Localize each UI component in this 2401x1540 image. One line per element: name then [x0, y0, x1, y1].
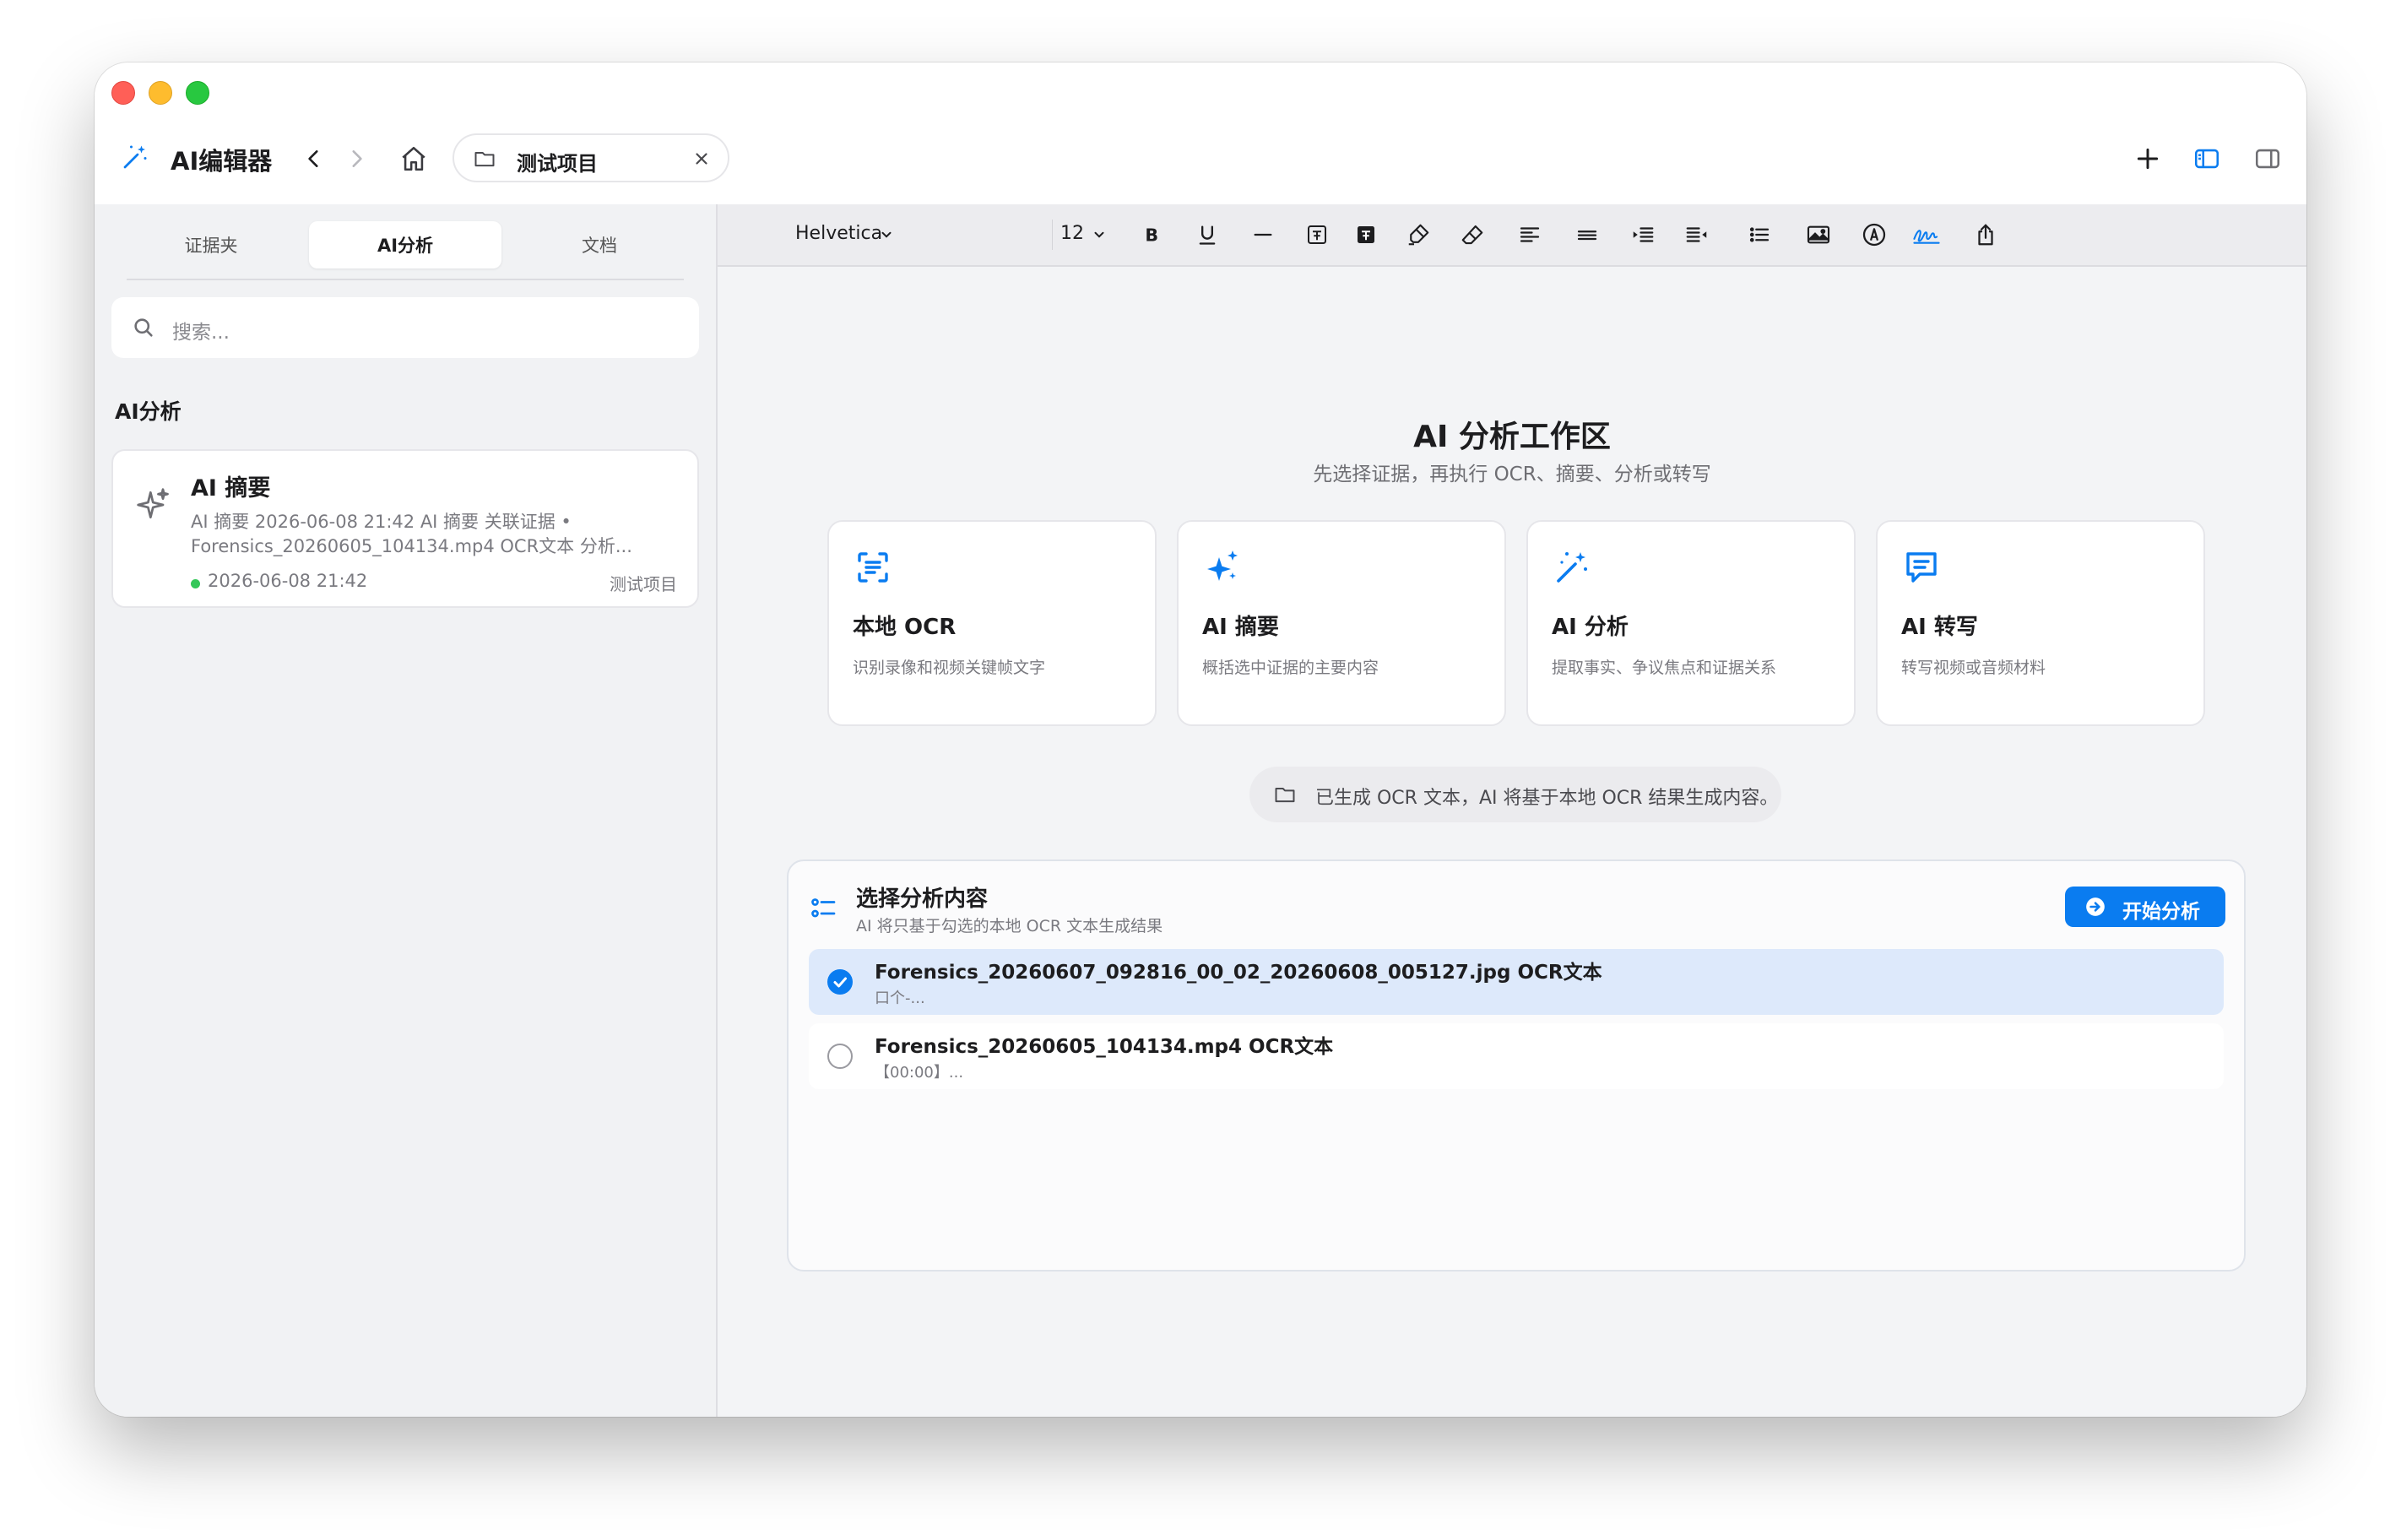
sidebar: 证据夹 AI分析 文档 搜索... AI分析 AI 摘要 AI 摘要 2026-… — [95, 204, 718, 1417]
app-window: AI编辑器 测试项目 证据夹 AI分析 文档 搜索... AI分析 AI 摘要 … — [95, 62, 2306, 1417]
bold-icon[interactable]: B — [1135, 218, 1168, 252]
sparkle-icon — [133, 485, 174, 525]
feature-desc: 概括选中证据的主要内容 — [1202, 659, 1379, 677]
close-tab-icon[interactable] — [689, 146, 714, 171]
table-row[interactable]: Forensics_20260607_092816_00_02_20260608… — [809, 949, 2224, 1015]
indent-increase-icon[interactable] — [1626, 218, 1660, 252]
feature-card-local-ocr[interactable]: 本地 OCR 识别录像和视频关键帧文字 — [827, 520, 1157, 726]
list-item-time: 2026-06-08 21:42 — [208, 571, 368, 591]
list-item-desc-line2: Forensics_20260605_104134.mp4 OCR文本 分析..… — [191, 536, 632, 556]
list-item-desc-line1: AI 摘要 2026-06-08 21:42 AI 摘要 关联证据 • — [191, 512, 572, 532]
notice-text: 已生成 OCR 文本，AI 将基于本地 OCR 结果生成内容。 — [1315, 788, 1779, 809]
arrow-right-circle-icon — [2084, 895, 2107, 919]
magic-wand-icon — [1552, 547, 1592, 588]
project-tab-label: 测试项目 — [517, 152, 598, 176]
unchecked-radio[interactable] — [827, 1044, 853, 1069]
row-title: Forensics_20260607_092816_00_02_20260608… — [875, 962, 1602, 984]
app-magic-wand-icon — [118, 140, 152, 174]
segment-evidence[interactable]: 证据夹 — [115, 221, 307, 268]
font-family-select[interactable]: Helvetica — [795, 223, 882, 244]
align-left-icon[interactable] — [1513, 218, 1547, 252]
feature-title: AI 转写 — [1901, 615, 1978, 640]
share-icon[interactable] — [1969, 218, 2003, 252]
font-chevron-down-icon[interactable] — [876, 218, 897, 252]
left-sidebar-toggle-icon[interactable] — [2188, 140, 2225, 177]
search-input[interactable]: 搜索... — [111, 297, 699, 358]
panel-title: 选择分析内容 — [856, 887, 989, 912]
app-title: AI编辑器 — [171, 147, 273, 176]
status-dot — [191, 579, 200, 588]
row-preview: 【00:00】... — [875, 1064, 964, 1082]
format-toolbar: Helvetica 12 B — [718, 204, 2306, 267]
strikethrough-icon[interactable] — [1246, 218, 1280, 252]
checklist-icon — [807, 892, 841, 925]
feature-card-ai-analysis[interactable]: AI 分析 提取事实、争议焦点和证据关系 — [1526, 520, 1856, 726]
close-window-button[interactable] — [111, 81, 135, 105]
indent-decrease-icon[interactable] — [1680, 218, 1714, 252]
feature-title: AI 摘要 — [1202, 615, 1279, 640]
start-analysis-button[interactable]: 开始分析 — [2065, 887, 2225, 927]
eraser-icon[interactable] — [1455, 218, 1489, 252]
workspace-subtitle: 先选择证据，再执行 OCR、摘要、分析或转写 — [1313, 464, 1711, 485]
folder-icon — [1271, 781, 1298, 808]
signature-icon[interactable] — [1910, 218, 1943, 252]
search-placeholder: 搜索... — [172, 322, 230, 344]
bullet-list-icon[interactable] — [1742, 218, 1776, 252]
insert-image-icon[interactable] — [1802, 218, 1835, 252]
segment-divider — [127, 279, 684, 280]
minimize-window-button[interactable] — [149, 81, 172, 105]
highlighter-icon[interactable] — [1401, 218, 1435, 252]
panel-subtitle: AI 将只基于勾选的本地 OCR 文本生成结果 — [856, 917, 1163, 935]
ocr-scan-icon — [853, 547, 893, 588]
sparkles-icon — [1202, 547, 1243, 588]
feature-card-ai-summary[interactable]: AI 摘要 概括选中证据的主要内容 — [1177, 520, 1506, 726]
segment-ai-analysis[interactable]: AI分析 — [309, 221, 501, 268]
folder-icon — [471, 145, 498, 172]
right-sidebar-toggle-icon[interactable] — [2249, 140, 2286, 177]
font-size-select[interactable]: 12 — [1060, 223, 1084, 244]
row-preview: 口个-... — [875, 990, 925, 1007]
toolbar-separator — [1052, 220, 1053, 250]
zoom-window-button[interactable] — [186, 81, 209, 105]
svg-text:B: B — [1145, 225, 1158, 246]
feature-desc: 提取事实、争议焦点和证据关系 — [1552, 659, 1777, 677]
text-box-outline-icon[interactable] — [1300, 218, 1334, 252]
feature-card-ai-transcribe[interactable]: AI 转写 转写视频或音频材料 — [1876, 520, 2205, 726]
pen-circle-icon[interactable] — [1857, 218, 1891, 252]
row-title: Forensics_20260605_104134.mp4 OCR文本 — [875, 1036, 1334, 1058]
list-item-description: AI 摘要 2026-06-08 21:42 AI 摘要 关联证据 • Fore… — [191, 510, 680, 559]
plus-icon[interactable] — [2129, 140, 2166, 177]
size-chevron-down-icon[interactable] — [1089, 218, 1109, 252]
project-tab[interactable]: 测试项目 — [453, 133, 729, 182]
workspace-title: AI 分析工作区 — [1413, 420, 1611, 454]
list-item[interactable]: AI 摘要 AI 摘要 2026-06-08 21:42 AI 摘要 关联证据 … — [111, 449, 699, 608]
home-icon[interactable] — [395, 140, 432, 177]
feature-desc: 转写视频或音频材料 — [1901, 659, 2046, 677]
chat-bubble-icon — [1901, 547, 1942, 588]
ocr-status-notice: 已生成 OCR 文本，AI 将基于本地 OCR 结果生成内容。 — [1249, 767, 1781, 822]
feature-title: AI 分析 — [1552, 615, 1629, 640]
analysis-content-panel: 选择分析内容 AI 将只基于勾选的本地 OCR 文本生成结果 开始分析 Fore… — [787, 859, 2246, 1272]
main-content: Helvetica 12 B AI 分析工作区 先选择证据，再执行 OCR、摘要… — [718, 204, 2306, 1417]
checked-radio[interactable] — [827, 969, 853, 995]
search-icon — [130, 314, 157, 341]
list-item-project: 测试项目 — [610, 574, 677, 594]
title-bar: AI编辑器 测试项目 — [95, 62, 2306, 206]
text-box-filled-icon[interactable] — [1349, 218, 1383, 252]
start-analysis-label: 开始分析 — [2122, 901, 2200, 923]
table-row[interactable]: Forensics_20260605_104134.mp4 OCR文本 【00:… — [809, 1023, 2224, 1089]
back-chevron-icon[interactable] — [297, 142, 331, 176]
underline-icon[interactable] — [1190, 218, 1224, 252]
feature-title: 本地 OCR — [853, 615, 957, 640]
justify-icon[interactable] — [1570, 218, 1604, 252]
feature-desc: 识别录像和视频关键帧文字 — [853, 659, 1046, 677]
section-title: AI分析 — [115, 399, 182, 424]
list-item-title: AI 摘要 — [191, 475, 271, 502]
segment-documents[interactable]: 文档 — [503, 221, 696, 268]
forward-chevron-icon[interactable] — [339, 142, 373, 176]
